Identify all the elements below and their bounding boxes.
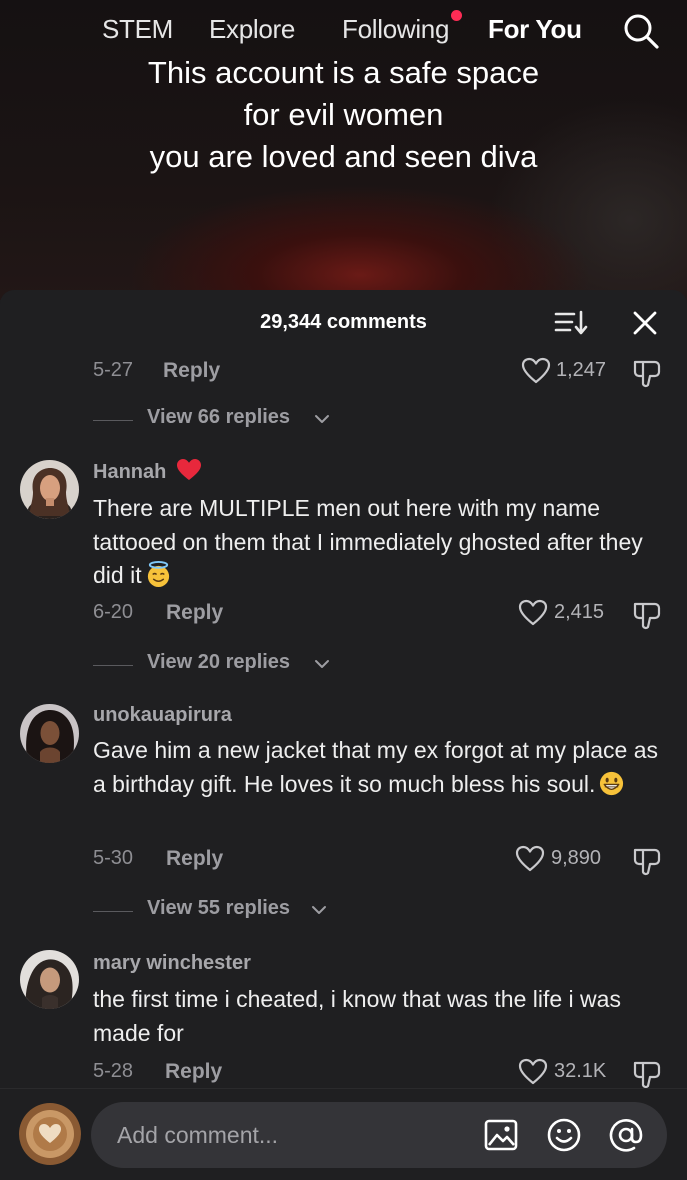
comments-header: 29,344 comments bbox=[0, 290, 687, 354]
comment-date: 6-20 bbox=[93, 601, 134, 623]
comment-meta: 5-27 Reply 1,247 bbox=[0, 357, 687, 389]
comment-text: There are MULTIPLE men out here with my … bbox=[93, 492, 673, 593]
notification-dot bbox=[451, 10, 462, 21]
heart-icon[interactable] bbox=[515, 845, 545, 873]
sort-icon[interactable] bbox=[554, 308, 588, 338]
close-icon[interactable] bbox=[630, 308, 660, 338]
view-replies-label[interactable]: View 66 replies bbox=[147, 406, 290, 429]
username[interactable]: Hannah bbox=[93, 458, 202, 484]
top-navigation: STEM Explore Following For You bbox=[0, 8, 687, 52]
comment-item: Hannah There are MULTIPLE men out here w… bbox=[0, 458, 687, 708]
username[interactable]: mary winchester bbox=[93, 952, 251, 975]
comment-text-content: There are MULTIPLE men out here with my … bbox=[93, 495, 643, 588]
avatar[interactable] bbox=[20, 704, 79, 763]
caption-line: for evil women bbox=[243, 97, 444, 132]
divider bbox=[93, 911, 133, 912]
avatar bbox=[19, 1103, 81, 1165]
comments-sheet: 29,344 comments 5-27 Reply 1,247 View 66… bbox=[0, 290, 687, 1180]
grinning-face-icon bbox=[600, 771, 624, 795]
view-replies[interactable]: View 20 replies bbox=[93, 651, 393, 679]
red-heart-icon bbox=[176, 459, 201, 480]
chevron-down-icon bbox=[315, 415, 329, 423]
tab-following[interactable]: Following bbox=[342, 14, 449, 45]
comment-text-content: Gave him a new jacket that my ex forgot … bbox=[93, 737, 659, 797]
like-count: 9,890 bbox=[551, 847, 602, 869]
dislike-icon[interactable] bbox=[631, 845, 663, 877]
reply-button[interactable]: Reply bbox=[166, 847, 223, 871]
dislike-icon[interactable] bbox=[631, 357, 663, 389]
tab-explore[interactable]: Explore bbox=[209, 14, 295, 45]
tab-for-you[interactable]: For You bbox=[488, 14, 582, 45]
comment-input[interactable] bbox=[117, 1102, 447, 1168]
comment-text: the first time i cheated, i know that wa… bbox=[93, 986, 621, 1046]
like-count: 1,247 bbox=[556, 359, 607, 381]
username-text[interactable]: Hannah bbox=[93, 461, 166, 483]
tab-stem[interactable]: STEM bbox=[102, 14, 173, 45]
comment-date: 5-30 bbox=[93, 847, 134, 869]
like-count: 2,415 bbox=[554, 601, 605, 623]
reply-button[interactable]: Reply bbox=[165, 1060, 222, 1084]
like-count: 32.1K bbox=[554, 1060, 607, 1082]
view-replies-label[interactable]: View 55 replies bbox=[147, 897, 290, 920]
dislike-icon[interactable] bbox=[631, 599, 663, 631]
comment-meta: 6-20 Reply 2,415 bbox=[0, 599, 687, 631]
view-replies-label[interactable]: View 20 replies bbox=[147, 651, 290, 674]
heart-icon[interactable] bbox=[518, 1058, 548, 1086]
comment-date: 5-27 bbox=[93, 359, 134, 381]
caption-line: This account is a safe space bbox=[147, 55, 540, 90]
view-replies[interactable]: View 55 replies bbox=[93, 897, 393, 925]
username[interactable]: unokauapirura bbox=[93, 704, 232, 727]
avatar[interactable] bbox=[20, 460, 79, 519]
smiling-face-with-halo-icon bbox=[147, 561, 169, 588]
comment-item: mary winchester the first time i cheated… bbox=[0, 950, 687, 1090]
emoji-icon[interactable] bbox=[546, 1117, 582, 1153]
divider bbox=[93, 420, 133, 421]
comment-meta: 5-30 Reply 9,890 bbox=[0, 845, 687, 877]
chevron-down-icon bbox=[315, 660, 329, 668]
image-icon[interactable] bbox=[483, 1117, 519, 1153]
heart-icon[interactable] bbox=[518, 599, 548, 627]
comment-meta: 5-28 Reply 32.1K bbox=[0, 1058, 687, 1090]
comment-input-wrapper bbox=[91, 1102, 667, 1168]
comment-composer bbox=[0, 1088, 687, 1180]
reply-button[interactable]: Reply bbox=[166, 601, 223, 625]
heart-icon[interactable] bbox=[521, 357, 551, 385]
view-replies[interactable]: View 66 replies bbox=[93, 406, 393, 434]
search-icon[interactable] bbox=[622, 12, 660, 50]
video-player[interactable]: STEM Explore Following For You This acco… bbox=[0, 0, 687, 300]
divider bbox=[93, 665, 133, 666]
comment-item: unokauapirura Gave him a new jacket that… bbox=[0, 704, 687, 954]
video-caption: This account is a safe space for evil wo… bbox=[0, 52, 687, 178]
comment-text: Gave him a new jacket that my ex forgot … bbox=[93, 734, 673, 801]
avatar[interactable] bbox=[20, 950, 79, 1009]
dislike-icon[interactable] bbox=[631, 1058, 663, 1090]
chevron-down-icon bbox=[312, 906, 326, 914]
reply-button[interactable]: Reply bbox=[163, 359, 220, 383]
mention-icon[interactable] bbox=[608, 1117, 644, 1153]
comment-date: 5-28 bbox=[93, 1060, 134, 1082]
caption-line: you are loved and seen diva bbox=[149, 139, 538, 174]
